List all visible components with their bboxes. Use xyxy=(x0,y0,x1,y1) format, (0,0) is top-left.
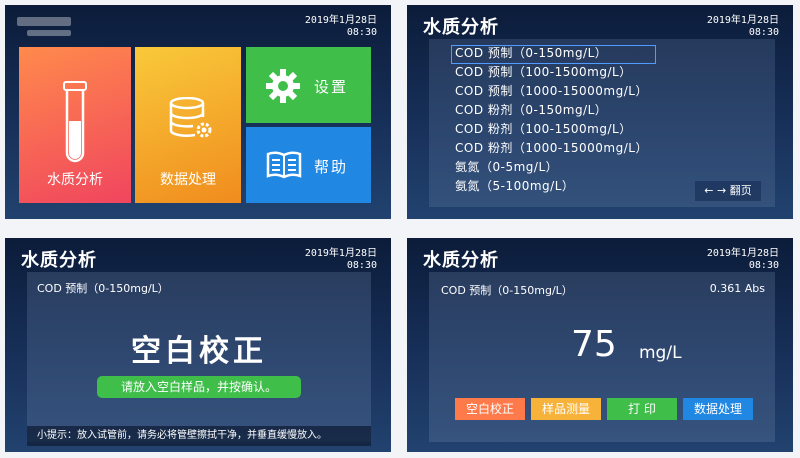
insert-blank-confirm-button[interactable]: 请放入空白样品，并按确认。 xyxy=(97,376,301,398)
datetime: 2019年1月28日 08:30 xyxy=(305,248,377,272)
absorbance-value: 0.361 Abs xyxy=(709,282,765,295)
method-item[interactable]: 氨氮（5-100mg/L） xyxy=(455,178,574,195)
settings-tile[interactable]: 设置 xyxy=(246,47,371,123)
data-processing-label: 数据处理 xyxy=(160,172,216,188)
calibration-panel: COD 预制（0-150mg/L） 空白校正 请放入空白样品，并按确认。 xyxy=(27,272,371,442)
water-analysis-label: 水质分析 xyxy=(47,172,103,188)
time-label: 08:30 xyxy=(346,27,377,38)
blank-calibration-screen: 水质分析 2019年1月28日 08:30 COD 预制（0-150mg/L） … xyxy=(5,238,391,452)
method-item[interactable]: 氨氮（0-5mg/L） xyxy=(455,159,558,176)
datetime: 2019年1月28日 08:30 xyxy=(707,248,779,272)
settings-label: 设置 xyxy=(314,78,349,96)
blank-calibration-button[interactable]: 空白校正 xyxy=(455,398,525,420)
sample-measure-button[interactable]: 样品测量 xyxy=(531,398,601,420)
time-label: 08:30 xyxy=(346,260,377,271)
datetime: 2019年1月28日 08:30 xyxy=(305,15,377,39)
help-label: 帮助 xyxy=(314,158,349,176)
result-unit: mg/L xyxy=(639,343,682,363)
date-label: 2019年1月28日 xyxy=(304,15,377,26)
measurement-screen: 水质分析 2019年1月28日 08:30 COD 预制（0-150mg/L） … xyxy=(407,238,793,452)
result-panel: COD 预制（0-150mg/L） 0.361 Abs 75 mg/L 空白校正… xyxy=(429,272,775,442)
time-label: 08:30 xyxy=(748,27,779,38)
database-gear-icon xyxy=(169,97,212,138)
help-tile[interactable]: 帮助 xyxy=(246,127,371,203)
book-icon xyxy=(266,151,302,179)
data-processing-button[interactable]: 数据处理 xyxy=(683,398,753,420)
date-label: 2019年1月28日 xyxy=(706,15,779,26)
print-button[interactable]: 打 印 xyxy=(607,398,677,420)
method-item[interactable]: COD 预制（1000-15000mg/L） xyxy=(455,83,648,100)
calibration-heading: 空白校正 xyxy=(131,334,267,369)
method-item[interactable]: COD 预制（100-1500mg/L） xyxy=(455,64,632,81)
method-label: COD 预制（0-150mg/L） xyxy=(441,284,573,297)
page-title: 水质分析 xyxy=(423,17,499,38)
datetime: 2019年1月28日 08:30 xyxy=(707,15,779,39)
time-label: 08:30 xyxy=(748,260,779,271)
water-analysis-tile[interactable]: 水质分析 xyxy=(19,47,131,203)
method-list-screen: 水质分析 2019年1月28日 08:30 COD 预制（0-150mg/L） … xyxy=(407,5,793,219)
page-title: 水质分析 xyxy=(21,250,97,271)
page-title: 水质分析 xyxy=(423,250,499,271)
home-screen: 2019年1月28日 08:30 水质分析 数据处理 设置 帮助 xyxy=(5,5,391,219)
gear-icon xyxy=(266,69,300,103)
method-item[interactable]: COD 粉剂（100-1500mg/L） xyxy=(455,121,632,138)
test-tube-icon xyxy=(63,81,87,163)
date-label: 2019年1月28日 xyxy=(706,248,779,259)
method-label: COD 预制（0-150mg/L） xyxy=(37,282,169,295)
method-item[interactable]: COD 粉剂（0-150mg/L） xyxy=(455,102,607,119)
brand-logo xyxy=(17,15,87,39)
data-processing-tile[interactable]: 数据处理 xyxy=(135,47,241,203)
page-turn-button[interactable]: ← → 翻页 xyxy=(695,181,761,201)
date-label: 2019年1月28日 xyxy=(304,248,377,259)
method-item-selected[interactable]: COD 预制（0-150mg/L） xyxy=(451,45,657,64)
method-item[interactable]: COD 粉剂（1000-15000mg/L） xyxy=(455,140,648,157)
tip-bar: 小提示：放入试管前，请务必将管壁擦拭干净，并垂直缓慢放入。 xyxy=(27,426,371,446)
result-value: 75 xyxy=(571,324,617,365)
method-list: COD 预制（0-150mg/L） COD 预制（100-1500mg/L） C… xyxy=(429,39,775,207)
